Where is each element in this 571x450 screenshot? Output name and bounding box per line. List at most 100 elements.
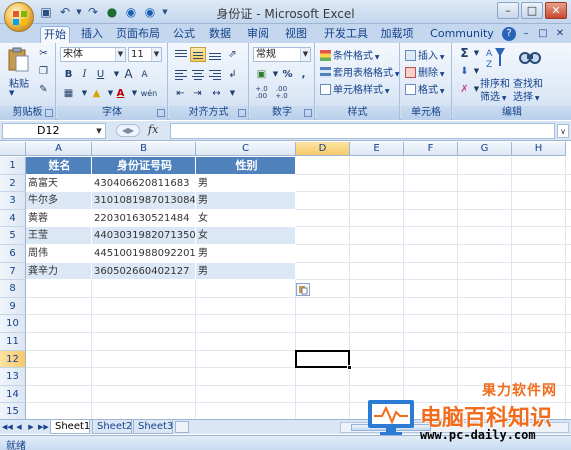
formula-cancel-enter-area[interactable]: ◀▶: [116, 124, 140, 137]
maximize-button[interactable]: □: [521, 2, 543, 19]
column-header-b[interactable]: B: [92, 142, 196, 156]
paste-dropdown-icon[interactable]: ▼: [9, 89, 14, 97]
column-header-e[interactable]: E: [350, 142, 404, 156]
increase-indent-icon[interactable]: ⇥: [190, 86, 205, 101]
formula-bar-expand-icon[interactable]: ∨: [557, 124, 569, 138]
paste-options-icon[interactable]: [296, 283, 310, 296]
ribbon-close-icon[interactable]: ✕: [553, 27, 567, 41]
font-size-dropdown-icon[interactable]: ▼: [151, 48, 161, 61]
alignment-launcher-icon[interactable]: [238, 109, 246, 117]
comma-button[interactable]: ,: [296, 67, 311, 82]
font-name-dropdown-icon[interactable]: ▼: [115, 48, 125, 61]
bold-button[interactable]: B: [61, 67, 76, 82]
paste-label[interactable]: 粘贴: [9, 75, 29, 90]
autosum-dropdown-icon[interactable]: ▼: [469, 46, 484, 61]
table-cell-name[interactable]: 王莹: [26, 227, 92, 245]
table-cell-gender[interactable]: 女: [196, 209, 296, 228]
column-header-g[interactable]: G: [458, 142, 512, 156]
table-cell-gender[interactable]: 男: [196, 174, 296, 193]
shrink-font-icon[interactable]: A: [137, 68, 152, 83]
row-header-9[interactable]: 9: [0, 297, 26, 316]
first-sheet-icon[interactable]: ◀◀: [2, 422, 13, 432]
number-format-dropdown-icon[interactable]: ▼: [300, 48, 310, 61]
next-sheet-icon[interactable]: ▶: [26, 422, 36, 432]
paste-icon[interactable]: [7, 47, 29, 73]
table-header-name[interactable]: 姓名: [26, 157, 92, 175]
tab-view[interactable]: 视图: [282, 26, 310, 43]
table-cell-gender[interactable]: 男: [196, 262, 296, 281]
ribbon-restore-icon[interactable]: □: [536, 27, 550, 41]
font-color-icon[interactable]: A: [113, 86, 128, 101]
sheet-tab-2[interactable]: Sheet2: [92, 420, 132, 434]
active-cell-selection[interactable]: [295, 349, 350, 369]
sheet-tab-1[interactable]: Sheet1: [50, 420, 90, 434]
find-select-label-line2[interactable]: 选择 ▼: [513, 88, 540, 103]
cut-icon[interactable]: ✂: [36, 46, 51, 61]
table-cell-name[interactable]: 周伟: [26, 245, 92, 263]
tab-community-clips[interactable]: Community Clips: [424, 26, 500, 56]
cell-styles-button[interactable]: 单元格样式 ▼: [320, 81, 390, 96]
worksheet-grid[interactable]: ABCDEFGH1234567891011121314151617姓名身份证号码…: [0, 142, 571, 419]
delete-cells-button[interactable]: 删除 ▼: [405, 64, 445, 79]
conditional-format-button[interactable]: 条件格式 ▼: [320, 47, 380, 62]
number-format-combo[interactable]: 常规 ▼: [253, 47, 311, 62]
ribbon-minimize-icon[interactable]: –: [519, 27, 533, 41]
copy-icon[interactable]: ❐: [36, 64, 51, 79]
column-header-d[interactable]: D: [296, 142, 350, 156]
last-sheet-icon[interactable]: ▶▶: [38, 422, 49, 432]
row-header-13[interactable]: 13: [0, 368, 26, 386]
row-header-14[interactable]: 14: [0, 385, 26, 404]
table-cell-name[interactable]: 龚辛力: [26, 262, 92, 281]
border-icon[interactable]: ▦: [61, 86, 76, 101]
font-name-combo[interactable]: 宋体 ▼: [60, 47, 126, 62]
align-right-icon[interactable]: [207, 67, 223, 82]
font-size-combo[interactable]: 11 ▼: [128, 47, 162, 62]
table-cell-gender[interactable]: 男: [196, 192, 296, 210]
format-as-table-button[interactable]: 套用表格格式 ▼: [320, 64, 400, 79]
decrease-decimal-button[interactable]: .00 +.0: [274, 86, 289, 101]
prev-sheet-icon[interactable]: ◀: [14, 422, 24, 432]
tab-data[interactable]: 数据: [206, 26, 234, 43]
sort-filter-label-line2[interactable]: 筛选 ▼: [480, 88, 507, 103]
grow-font-icon[interactable]: A: [121, 67, 136, 82]
merge-dropdown-icon[interactable]: ▼: [225, 86, 240, 101]
wrap-text-icon[interactable]: ↲: [225, 67, 240, 82]
fill-color-icon[interactable]: ▲: [89, 86, 104, 101]
table-cell-name[interactable]: 高富天: [26, 174, 92, 193]
clipboard-launcher-icon[interactable]: [45, 109, 53, 117]
row-header-7[interactable]: 7: [0, 262, 26, 281]
decrease-indent-icon[interactable]: ⇤: [173, 86, 188, 101]
underline-button[interactable]: U: [93, 67, 108, 82]
find-select-icon[interactable]: [519, 46, 541, 70]
row-header-5[interactable]: 5: [0, 227, 26, 245]
row-header-1[interactable]: 1: [0, 157, 26, 175]
sheet-tab-3[interactable]: Sheet3: [133, 420, 173, 434]
align-middle-icon[interactable]: [190, 47, 206, 62]
table-cell-gender[interactable]: 女: [196, 227, 296, 245]
column-header-c[interactable]: C: [196, 142, 296, 156]
column-header-a[interactable]: A: [26, 142, 92, 156]
percent-button[interactable]: %: [280, 67, 295, 82]
column-header-f[interactable]: F: [404, 142, 458, 156]
italic-button[interactable]: I: [77, 67, 92, 82]
table-header-gender[interactable]: 性别: [196, 157, 296, 175]
row-header-4[interactable]: 4: [0, 209, 26, 228]
minimize-button[interactable]: –: [497, 2, 519, 19]
tab-addins[interactable]: 加载项: [378, 26, 416, 43]
tab-home[interactable]: 开始: [40, 26, 70, 43]
number-launcher-icon[interactable]: [304, 109, 312, 117]
insert-cells-button[interactable]: 插入 ▼: [405, 47, 445, 62]
row-header-2[interactable]: 2: [0, 174, 26, 193]
row-header-10[interactable]: 10: [0, 315, 26, 333]
row-header-15[interactable]: 15: [0, 403, 26, 419]
insert-function-button[interactable]: fx: [148, 123, 158, 136]
name-box[interactable]: D12 ▼: [2, 123, 106, 139]
phonetic-button[interactable]: wén: [139, 86, 159, 101]
row-header-8[interactable]: 8: [0, 280, 26, 298]
table-cell-name[interactable]: 黄蓉: [26, 209, 92, 228]
align-left-icon[interactable]: [173, 67, 189, 82]
table-cell-id-number[interactable]: 360502660402127: [92, 262, 196, 281]
sort-filter-icon[interactable]: A Z: [485, 46, 507, 70]
row-header-6[interactable]: 6: [0, 245, 26, 263]
format-cells-button[interactable]: 格式 ▼: [405, 81, 445, 96]
